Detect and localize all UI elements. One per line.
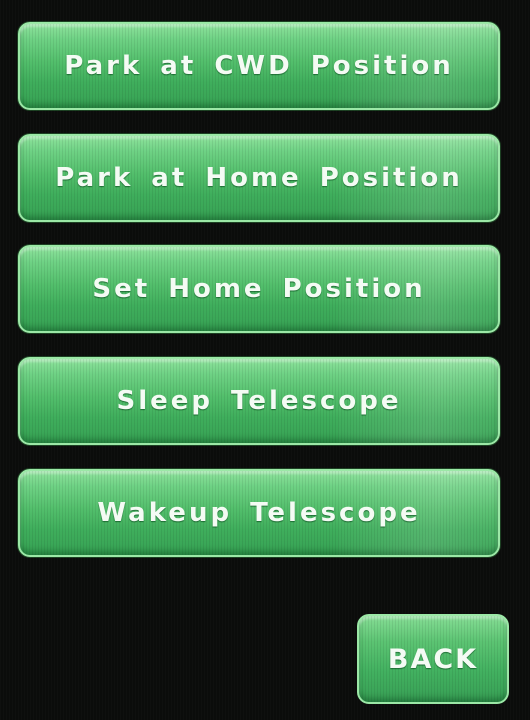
back-button-label: BACK (387, 643, 479, 675)
back-button[interactable]: BACK (357, 614, 509, 704)
park-at-cwd-position-button[interactable]: Park at CWD Position (18, 22, 500, 110)
park-at-home-position-label: Park at Home Position (55, 163, 463, 193)
sleep-telescope-button[interactable]: Sleep Telescope (18, 357, 500, 445)
set-home-position-button[interactable]: Set Home Position (18, 245, 500, 333)
wakeup-telescope-label: Wakeup Telescope (97, 498, 421, 528)
wakeup-telescope-button[interactable]: Wakeup Telescope (18, 469, 500, 557)
park-at-cwd-position-label: Park at CWD Position (64, 51, 454, 81)
sleep-telescope-label: Sleep Telescope (116, 386, 402, 416)
set-home-position-label: Set Home Position (92, 274, 426, 304)
telescope-park-menu-screen: Park at CWD Position Park at Home Positi… (0, 0, 530, 720)
park-at-home-position-button[interactable]: Park at Home Position (18, 134, 500, 222)
